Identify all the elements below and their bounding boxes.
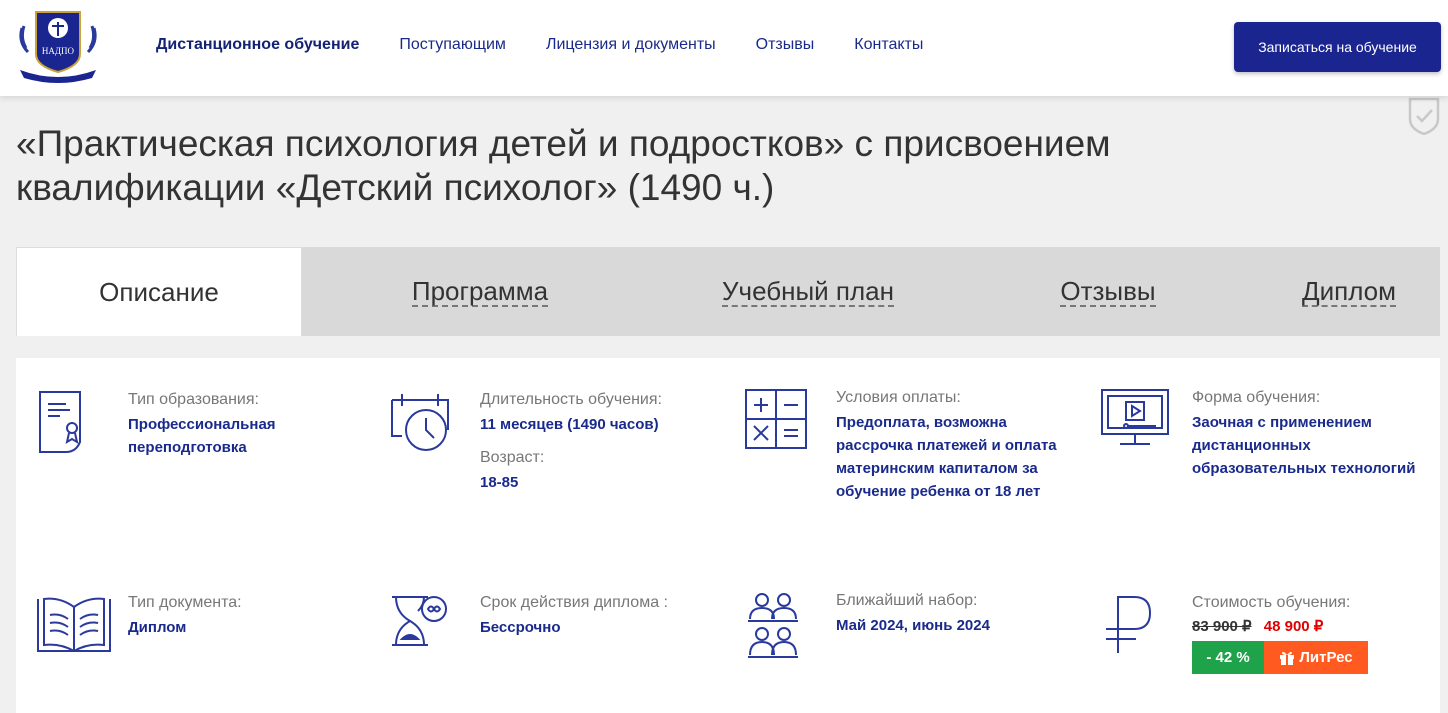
price-badges: - 42 % ЛитРес [1192,641,1432,674]
info-text: Тип документа: Диплом [128,593,368,639]
info-value: Заочная с применением дистанционных обра… [1192,414,1416,477]
info-label: Стоимость обучения: [1192,594,1351,611]
info-text: Тип образования: Профессиональная перепо… [128,390,368,459]
info-text: Условия оплаты: Предоплата, возможна рас… [836,388,1076,503]
tab-label: Учебный план [722,275,894,307]
logo[interactable]: НАДПО [16,8,100,84]
info-value: Май 2024, июнь 2024 [836,617,990,634]
site-header: НАДПО Дистанционное обучение Поступающим… [0,0,1448,96]
enroll-button[interactable]: Записаться на обучение [1234,22,1441,72]
main-nav: Дистанционное обучение Поступающим Лицен… [156,36,963,54]
info-label: Условия оплаты: [836,389,961,406]
info-label: Ближайший набор: [836,592,978,609]
discount-badge: - 42 % [1192,641,1264,674]
info-label: Длительность обучения: [480,391,662,408]
nav-item-license[interactable]: Лицензия и документы [546,36,716,54]
info-value: Профессиональная переподготовка [128,416,276,456]
info-text: Длительность обучения: 11 месяцев (1490 … [480,390,720,494]
info-label-age: Возраст: [480,449,545,466]
tab-label: Отзывы [1060,275,1156,307]
ruble-icon [1100,593,1164,657]
shield-check-icon [1407,97,1441,136]
gift-icon [1280,651,1295,665]
info-value: Диплом [128,619,187,636]
old-price: 83 900 ₽ [1192,618,1252,635]
nav-item-contacts[interactable]: Контакты [854,36,923,54]
certificate-icon [36,390,100,454]
info-label: Тип образования: [128,391,259,408]
info-label: Форма обучения: [1192,389,1321,406]
tab-label: Программа [411,275,549,307]
tab-reviews[interactable]: Отзывы [958,247,1258,336]
tab-label: Описание [99,276,219,307]
course-tabs: Описание Программа Учебный план Отзывы Д… [16,247,1440,336]
info-value: Предоплата, возможна рассрочка платежей … [836,414,1057,500]
tab-curriculum[interactable]: Учебный план [658,247,958,336]
tab-label: Диплом [1301,275,1396,307]
tab-program[interactable]: Программа [302,247,658,336]
calculator-icon [744,388,808,452]
nav-item-reviews[interactable]: Отзывы [756,36,815,54]
partner-label: ЛитРес [1299,649,1353,666]
info-label: Тип документа: [128,594,242,611]
tab-diploma[interactable]: Диплом [1258,247,1440,336]
page-title: «Практическая психология детей и подрост… [16,123,1111,208]
price-block: 83 900 ₽ 48 900 ₽ [1192,617,1432,635]
tab-description[interactable]: Описание [16,247,302,336]
litres-badge[interactable]: ЛитРес [1264,641,1368,674]
info-value: 11 месяцев (1490 часов) [480,416,659,433]
info-value: Бессрочно [480,619,561,636]
info-text: Стоимость обучения: 83 900 ₽ 48 900 ₽ - … [1192,593,1432,674]
info-label: Срок действия диплома : [480,594,668,611]
course-info-panel: Тип образования: Профессиональная перепо… [16,358,1440,713]
nav-item-distance[interactable]: Дистанционное обучение [156,36,359,54]
new-price: 48 900 ₽ [1263,618,1324,635]
calendar-clock-icon [388,390,452,454]
hourglass-infinity-icon [388,593,452,657]
nav-item-applicants[interactable]: Поступающим [399,36,506,54]
logo-text: НАДПО [42,46,75,56]
info-text: Срок действия диплома : Бессрочно [480,593,720,639]
group-icon [744,591,808,658]
open-book-icon [36,593,111,657]
info-text: Ближайший набор: Май 2024, июнь 2024 [836,591,1076,637]
info-text: Форма обучения: Заочная с применением ди… [1192,388,1432,480]
monitor-play-icon [1100,388,1169,452]
info-value-age: 18-85 [480,474,519,491]
